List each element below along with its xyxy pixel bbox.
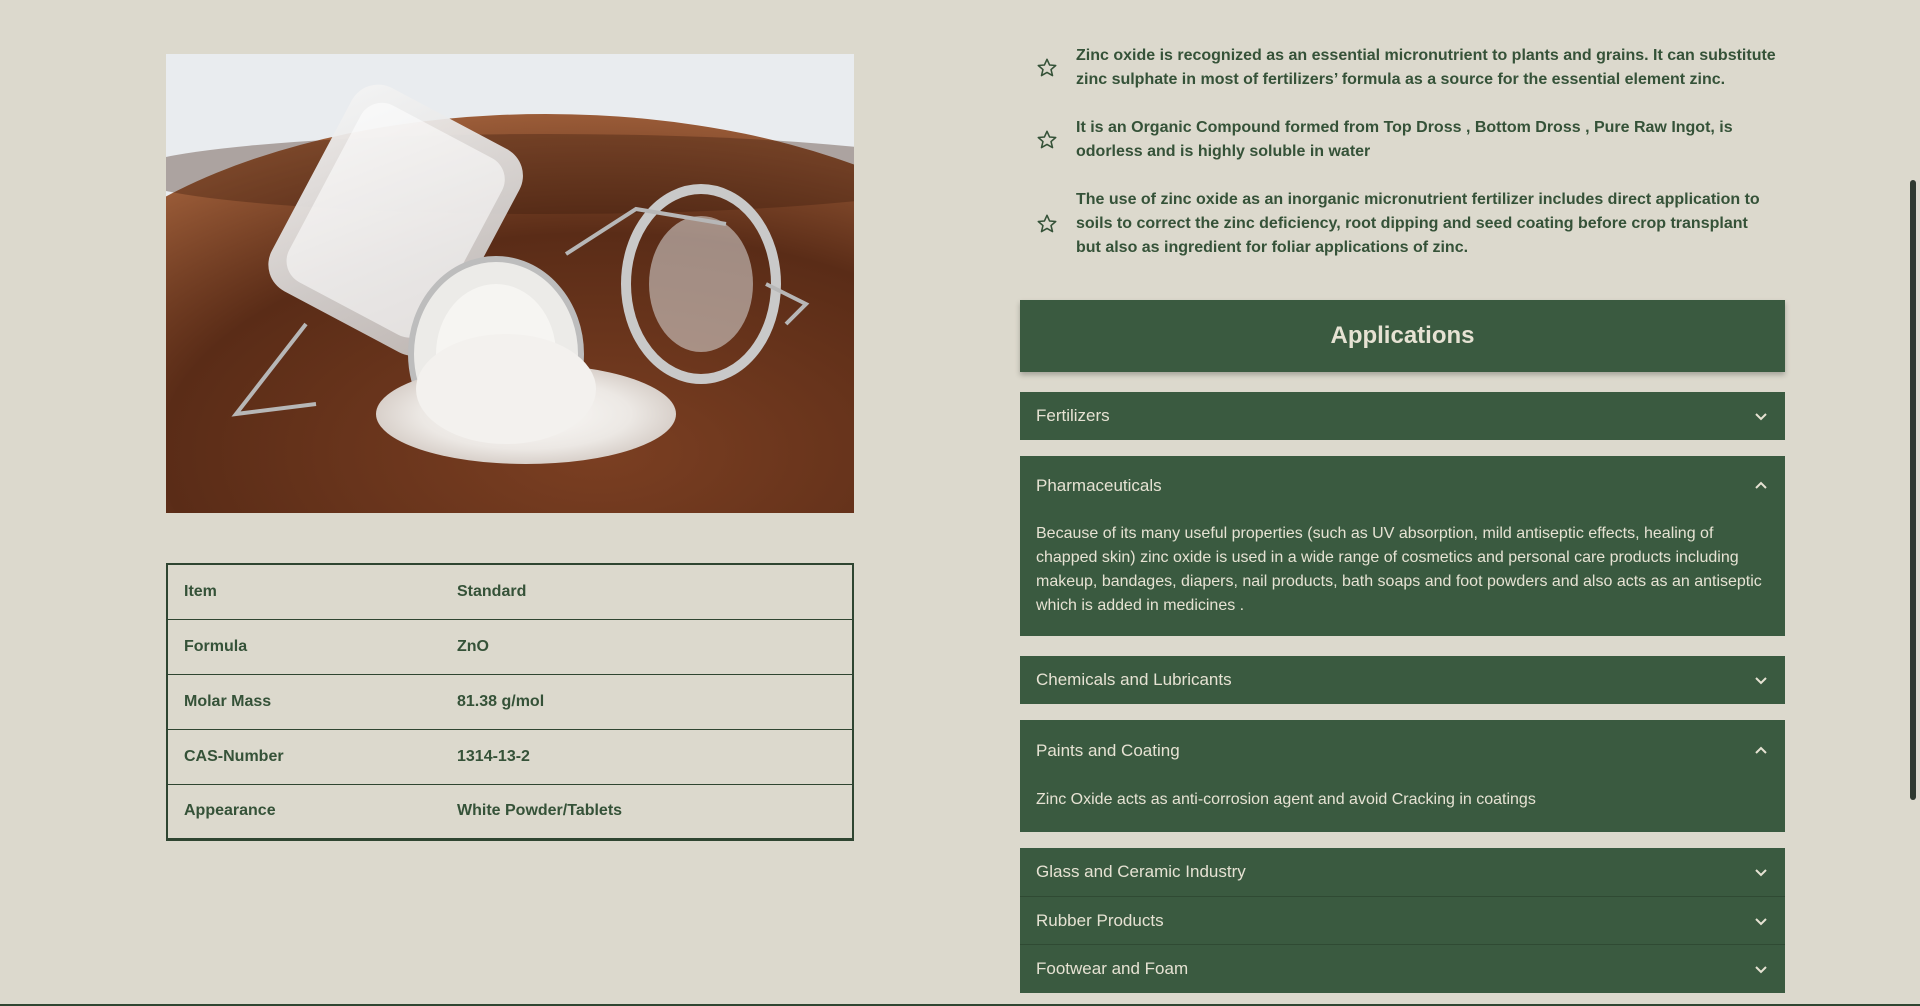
- accordion-toggle[interactable]: Chemicals and Lubricants: [1020, 656, 1785, 704]
- spec-value: ZnO: [457, 637, 489, 655]
- scrollbar[interactable]: [1906, 0, 1920, 1006]
- spec-key: Item: [184, 582, 217, 600]
- accordion-rubber-products: Rubber Products: [1020, 896, 1785, 945]
- spec-value: 1314-13-2: [457, 747, 530, 765]
- product-image: [166, 54, 854, 513]
- spec-key: Appearance: [184, 802, 276, 819]
- spec-key: Formula: [184, 637, 248, 655]
- chevron-down-icon: [1755, 966, 1767, 974]
- accordion-label: Rubber Products: [1036, 911, 1164, 930]
- accordion-toggle[interactable]: Rubber Products: [1020, 897, 1785, 945]
- chevron-down-icon: [1755, 869, 1767, 877]
- accordion-label: Chemicals and Lubricants: [1036, 670, 1232, 689]
- chevron-up-icon: [1755, 746, 1767, 754]
- spec-row-appearance: Appearance White Powder/Tablets: [167, 784, 853, 839]
- spec-row-cas-number: CAS-Number 1314-13-2: [167, 729, 853, 784]
- jar-illustration: [166, 54, 854, 513]
- scrollbar-thumb[interactable]: [1910, 180, 1916, 800]
- spec-table: Item Standard Formula ZnO Molar Mass 81.…: [166, 563, 854, 841]
- feature-text: Zinc oxide is recognized as an essential…: [1076, 47, 1776, 88]
- feature-item: Zinc oxide is recognized as an essential…: [1020, 44, 1780, 92]
- chevron-up-icon: [1755, 481, 1767, 489]
- accordion-toggle[interactable]: Fertilizers: [1020, 392, 1785, 440]
- accordion-toggle[interactable]: Pharmaceuticals: [1020, 456, 1785, 516]
- accordion-footwear-foam: Footwear and Foam: [1020, 944, 1785, 993]
- spec-row-formula: Formula ZnO: [167, 619, 853, 674]
- accordion-glass-ceramic: Glass and Ceramic Industry: [1020, 848, 1785, 896]
- accordion-paints-coating: Paints and Coating Zinc Oxide acts as an…: [1020, 720, 1785, 832]
- accordion-label: Footwear and Foam: [1036, 959, 1189, 978]
- spec-row-molar-mass: Molar Mass 81.38 g/mol: [167, 674, 853, 729]
- feature-item: The use of zinc oxide as an inorganic mi…: [1020, 188, 1780, 260]
- spec-key: CAS-Number: [184, 747, 284, 765]
- spec-value: White Powder/Tablets: [457, 802, 623, 819]
- feature-text: It is an Organic Compound formed from To…: [1076, 119, 1733, 160]
- chevron-down-icon: [1755, 413, 1767, 421]
- spec-value: 81.38 g/mol: [457, 692, 545, 710]
- feature-text: The use of zinc oxide as an inorganic mi…: [1076, 191, 1760, 256]
- spec-key: Molar Mass: [184, 692, 272, 710]
- accordion-chemicals-lubricants: Chemicals and Lubricants: [1020, 656, 1785, 704]
- star-icon: [1020, 129, 1076, 151]
- accordion-pharmaceuticals: Pharmaceuticals Because of its many usef…: [1020, 456, 1785, 636]
- accordion-toggle[interactable]: Glass and Ceramic Industry: [1020, 848, 1785, 896]
- accordion-fertilizers: Fertilizers: [1020, 392, 1785, 440]
- spec-row-item: Item Standard: [167, 564, 853, 619]
- feature-item: It is an Organic Compound formed from To…: [1020, 116, 1780, 164]
- accordion-label: Pharmaceuticals: [1036, 476, 1162, 495]
- accordion-label: Paints and Coating: [1036, 741, 1180, 760]
- accordion-toggle[interactable]: Paints and Coating: [1020, 720, 1785, 782]
- accordion-body: Zinc Oxide acts as anti-corrosion agent …: [1036, 791, 1536, 808]
- accordion-label: Glass and Ceramic Industry: [1036, 862, 1246, 881]
- accordion-toggle[interactable]: Footwear and Foam: [1020, 945, 1785, 993]
- accordion-label: Fertilizers: [1036, 406, 1110, 425]
- star-icon: [1020, 57, 1076, 79]
- chevron-down-icon: [1755, 677, 1767, 685]
- spec-value: Standard: [457, 582, 527, 600]
- applications-heading: Applications: [1020, 300, 1785, 372]
- star-icon: [1020, 213, 1076, 235]
- accordion-body: Because of its many useful properties (s…: [1036, 525, 1762, 614]
- chevron-down-icon: [1755, 918, 1767, 926]
